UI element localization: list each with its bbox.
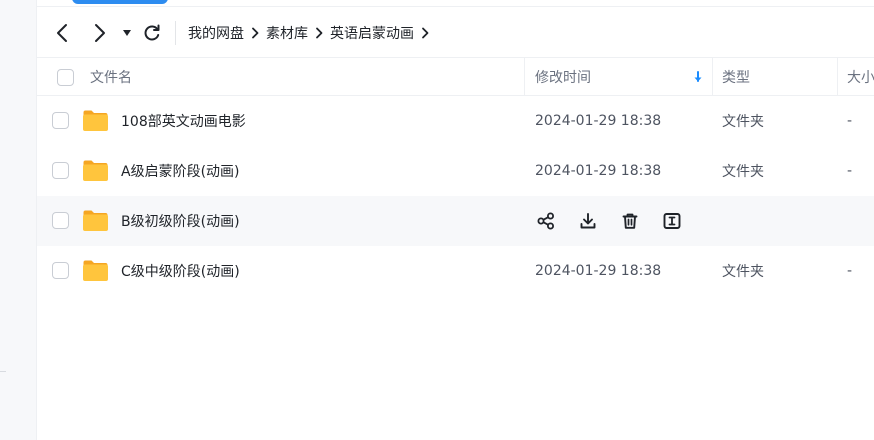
column-header-modified[interactable]: 修改时间 bbox=[535, 58, 591, 96]
share-button[interactable] bbox=[534, 209, 558, 233]
file-table-header: 文件名 修改时间 类型 大小 bbox=[37, 57, 874, 96]
refresh-icon bbox=[144, 24, 160, 41]
nav-divider bbox=[175, 21, 176, 45]
row-actions bbox=[534, 209, 702, 233]
breadcrumb-separator-icon bbox=[244, 27, 266, 39]
file-type: 文件夹 bbox=[722, 264, 764, 280]
row-checkbox[interactable] bbox=[52, 212, 69, 229]
file-size: - bbox=[847, 163, 853, 179]
rename-icon bbox=[663, 213, 681, 229]
navigation-bar: 我的网盘 素材库 英语启蒙动画 bbox=[37, 14, 874, 52]
rename-button[interactable] bbox=[660, 209, 684, 233]
file-type: 文件夹 bbox=[722, 164, 764, 180]
breadcrumb-separator-icon bbox=[414, 27, 436, 39]
caret-down-icon bbox=[123, 30, 131, 36]
history-dropdown-button[interactable] bbox=[117, 15, 137, 51]
row-checkbox[interactable] bbox=[52, 262, 69, 279]
column-header-size[interactable]: 大小 bbox=[847, 58, 874, 96]
column-divider bbox=[837, 58, 838, 96]
sort-arrow-down-icon[interactable] bbox=[693, 58, 703, 96]
modified-time: 2024-01-29 18:38 bbox=[535, 113, 662, 129]
download-button[interactable] bbox=[576, 209, 600, 233]
breadcrumb-current-folder[interactable]: 英语启蒙动画 bbox=[330, 23, 414, 43]
share-icon bbox=[537, 212, 554, 230]
refresh-button[interactable] bbox=[137, 15, 167, 51]
row-checkbox[interactable] bbox=[52, 112, 69, 129]
folder-icon bbox=[83, 260, 108, 281]
column-header-type[interactable]: 类型 bbox=[722, 58, 750, 96]
delete-icon bbox=[622, 213, 638, 229]
column-divider bbox=[524, 58, 525, 96]
row-checkbox[interactable] bbox=[52, 162, 69, 179]
chevron-right-icon bbox=[95, 24, 105, 42]
top-divider bbox=[37, 6, 874, 7]
modified-time: 2024-01-29 18:38 bbox=[535, 263, 662, 279]
select-all-cell bbox=[57, 58, 74, 96]
select-all-checkbox[interactable] bbox=[57, 68, 74, 86]
breadcrumb-my-drive[interactable]: 我的网盘 bbox=[188, 23, 244, 43]
modified-time: 2024-01-29 18:38 bbox=[535, 163, 662, 179]
download-icon bbox=[580, 213, 596, 229]
file-size: - bbox=[847, 113, 853, 129]
breadcrumb-material-library[interactable]: 素材库 bbox=[266, 23, 308, 43]
folder-icon bbox=[83, 210, 108, 231]
back-button[interactable] bbox=[45, 15, 81, 51]
column-header-name[interactable]: 文件名 bbox=[90, 58, 132, 96]
column-divider bbox=[712, 58, 713, 96]
file-name[interactable]: C级中级阶段(动画) bbox=[121, 246, 240, 296]
forward-button[interactable] bbox=[81, 15, 117, 51]
folder-icon bbox=[83, 110, 108, 131]
file-row-hovered[interactable]: B级初级阶段(动画) bbox=[37, 196, 874, 246]
file-row[interactable]: 108部英文动画电影 2024-01-29 18:38 文件夹 - bbox=[37, 96, 874, 146]
breadcrumb-separator-icon bbox=[308, 27, 330, 39]
file-name[interactable]: 108部英文动画电影 bbox=[121, 96, 246, 146]
file-row[interactable]: C级中级阶段(动画) 2024-01-29 18:38 文件夹 - bbox=[37, 246, 874, 296]
delete-button[interactable] bbox=[618, 209, 642, 233]
file-type: 文件夹 bbox=[722, 114, 764, 130]
file-row[interactable]: A级启蒙阶段(动画) 2024-01-29 18:38 文件夹 - bbox=[37, 146, 874, 196]
file-name[interactable]: A级启蒙阶段(动画) bbox=[121, 146, 240, 196]
file-size: - bbox=[847, 263, 853, 279]
sidebar-edge bbox=[0, 0, 37, 440]
chevron-left-icon bbox=[57, 24, 67, 42]
sidebar-tick bbox=[0, 371, 6, 372]
folder-icon bbox=[83, 160, 108, 181]
top-button-edge[interactable] bbox=[72, 0, 168, 4]
file-name[interactable]: B级初级阶段(动画) bbox=[121, 196, 240, 246]
